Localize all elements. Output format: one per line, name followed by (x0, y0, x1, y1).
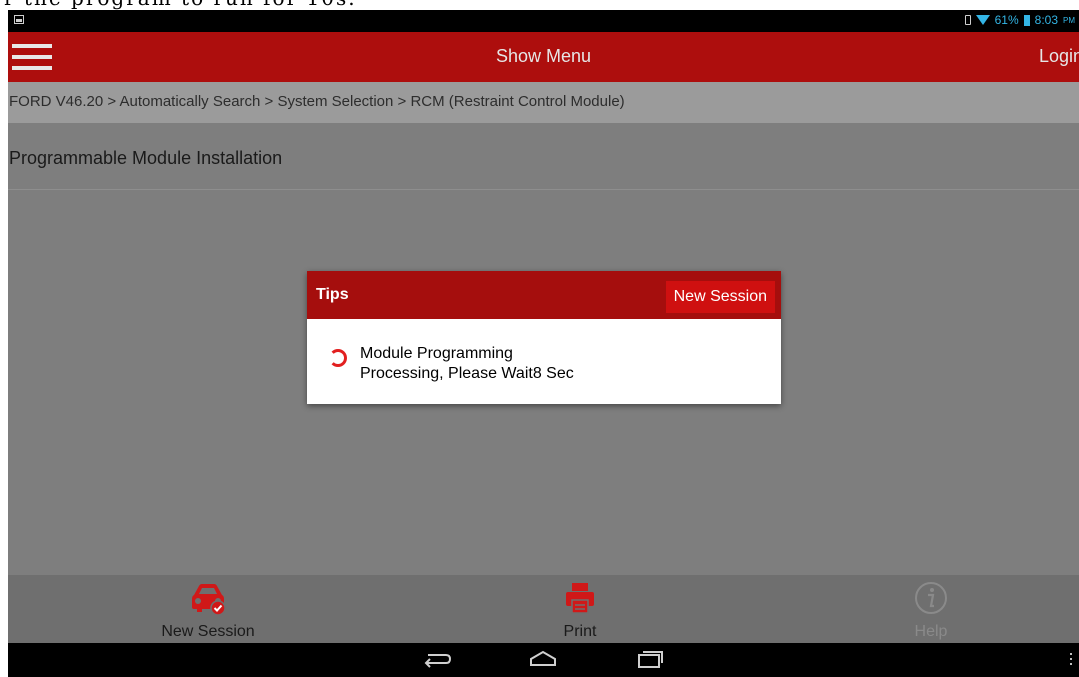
dialog-message: Module Programming Processing, Please Wa… (360, 344, 574, 384)
back-icon[interactable] (422, 649, 452, 669)
android-nav-bar (8, 643, 1079, 677)
tips-dialog: Tips New Session Module Programming Proc… (307, 271, 781, 404)
print-tool[interactable]: Print (470, 575, 690, 643)
dialog-title: Tips (316, 286, 349, 303)
new-session-tool[interactable]: New Session (98, 575, 318, 643)
caption-strip: r the program to run for 10s. (0, 0, 1079, 10)
help-label: Help (914, 623, 948, 640)
bottom-toolbar: New Session Print Help (8, 575, 1079, 643)
tablet-screen: 61% 8:03 PM Show Menu Login FORD V46.20 >… (8, 10, 1079, 677)
caption-text: r the program to run for 10s. (4, 0, 357, 10)
battery-percent: 61% (994, 13, 1019, 27)
image-notification-icon (14, 15, 24, 24)
new-session-label: New Session (161, 623, 255, 640)
battery-icon (1023, 14, 1030, 26)
print-label: Print (563, 623, 597, 640)
home-icon[interactable] (527, 649, 559, 669)
vibrate-icon (964, 15, 971, 25)
recent-apps-icon[interactable] (635, 649, 665, 669)
top-app-bar: Show Menu Login (8, 32, 1079, 82)
show-menu-title[interactable]: Show Menu (8, 46, 1079, 67)
message-line-1: Module Programming (360, 345, 513, 362)
message-line-2: Processing, Please Wait8 Sec (360, 365, 574, 382)
page-title: Programmable Module Installation (8, 123, 1079, 190)
login-button[interactable]: Login (1039, 46, 1079, 67)
dialog-header: Tips New Session (307, 271, 781, 319)
new-session-button[interactable]: New Session (665, 281, 775, 313)
wifi-icon (975, 15, 990, 25)
loading-spinner-icon (329, 349, 347, 367)
status-indicators: 61% 8:03 PM (964, 13, 1075, 27)
info-icon (915, 582, 947, 614)
clock: 8:03 (1034, 13, 1058, 27)
overflow-menu-icon[interactable] (1070, 653, 1073, 668)
car-check-icon (192, 584, 226, 615)
printer-icon (566, 583, 594, 614)
status-bar: 61% 8:03 PM (8, 10, 1079, 32)
help-tool[interactable]: Help (821, 575, 1041, 643)
clock-ampm: PM (1063, 15, 1075, 25)
breadcrumb: FORD V46.20 > Automatically Search > Sys… (8, 82, 1079, 123)
